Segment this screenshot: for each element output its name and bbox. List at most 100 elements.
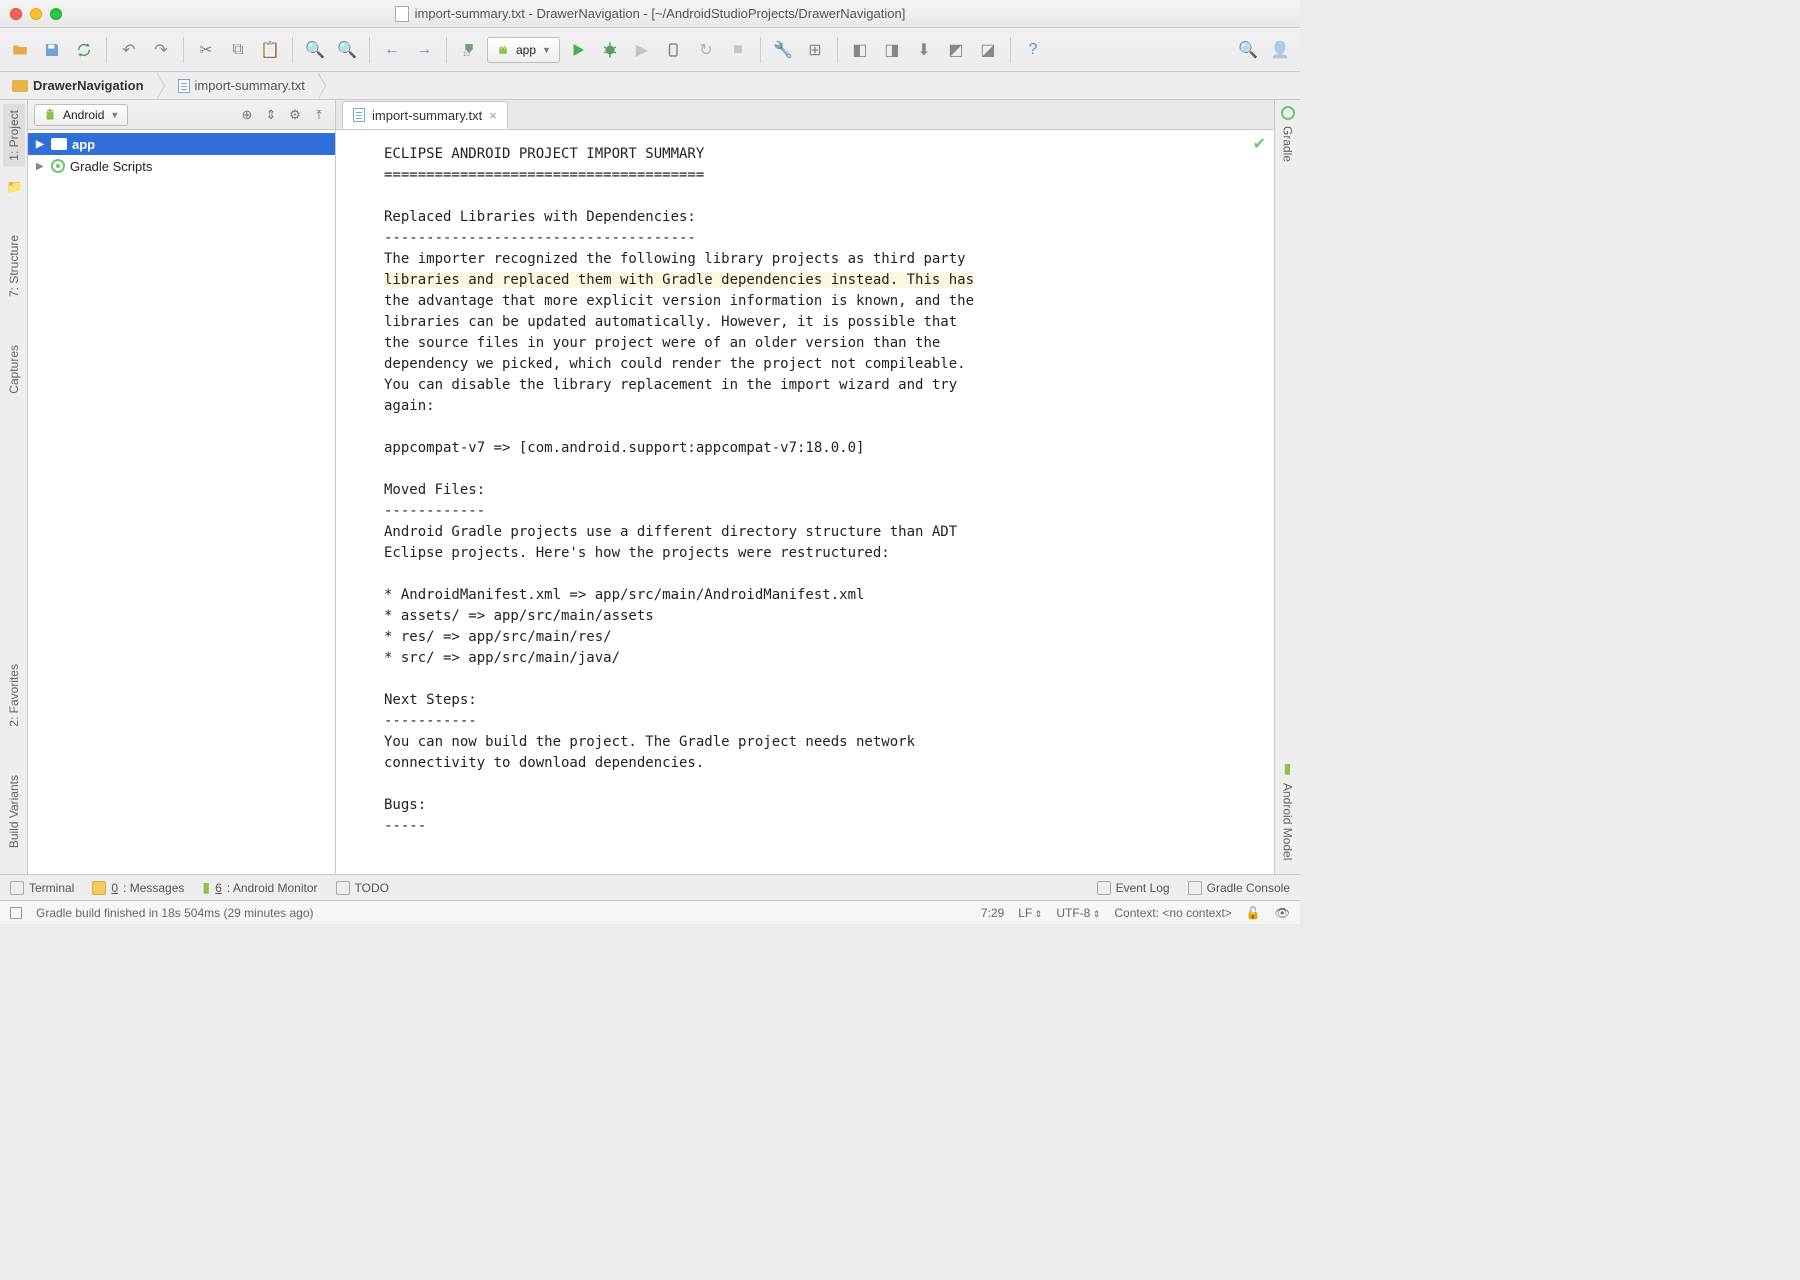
breadcrumb-root-label: DrawerNavigation bbox=[33, 78, 144, 93]
gradle-icon bbox=[51, 159, 65, 173]
cut-button[interactable]: ✂ bbox=[192, 36, 220, 64]
folder-icon bbox=[12, 80, 28, 92]
project-tree[interactable]: ▶ app ▶ Gradle Scripts bbox=[28, 130, 335, 874]
gradle-tab-icon bbox=[1281, 106, 1295, 120]
project-panel-header: Android ▼ ⊕ ⇕ ⚙ ⤒ bbox=[28, 100, 335, 130]
tree-item-label: app bbox=[72, 137, 95, 152]
layout-button[interactable]: ◧ bbox=[846, 36, 874, 64]
run-coverage-button[interactable]: ▶ bbox=[628, 36, 656, 64]
line-separator-selector[interactable]: LF ⇕ bbox=[1018, 906, 1042, 920]
terminal-icon bbox=[10, 881, 24, 895]
lock-icon[interactable]: 🔓 bbox=[1246, 906, 1261, 920]
undo-button[interactable]: ↶ bbox=[115, 36, 143, 64]
text-file-icon bbox=[353, 108, 365, 122]
favorites-tool-tab[interactable]: 2: Favorites bbox=[3, 658, 25, 733]
replace-button[interactable]: 🔍 bbox=[333, 36, 361, 64]
stop-button[interactable]: ■ bbox=[724, 36, 752, 64]
tool-windows-toggle-icon[interactable] bbox=[10, 907, 22, 919]
make-button[interactable]: 10 bbox=[455, 36, 483, 64]
back-button[interactable]: ← bbox=[378, 36, 406, 64]
hide-panel-button[interactable]: ⤒ bbox=[309, 105, 329, 125]
run-button[interactable] bbox=[564, 36, 592, 64]
close-tab-button[interactable]: × bbox=[489, 108, 497, 123]
gradle-console-tool-tab[interactable]: Gradle Console bbox=[1188, 881, 1290, 895]
structure-tool-tab[interactable]: 7: Structure bbox=[3, 229, 25, 303]
project-tab-icon: 📁 bbox=[7, 179, 21, 193]
terminal-tool-tab[interactable]: Terminal bbox=[10, 881, 74, 895]
android-monitor-tool-tab[interactable]: ▮6: Android Monitor bbox=[202, 879, 317, 896]
right-tool-window-bar: Gradle ▮ Android Model bbox=[1274, 100, 1300, 874]
android-device-button[interactable]: ◩ bbox=[942, 36, 970, 64]
build-variants-tool-tab[interactable]: Build Variants bbox=[3, 769, 25, 854]
svg-text:10: 10 bbox=[463, 52, 470, 58]
attach-debugger-button[interactable] bbox=[660, 36, 688, 64]
tree-item-gradle-scripts[interactable]: ▶ Gradle Scripts bbox=[28, 155, 335, 177]
android-model-icon: ▮ bbox=[1284, 760, 1292, 777]
todo-tool-tab[interactable]: TODO bbox=[336, 881, 389, 895]
forward-button[interactable]: → bbox=[410, 36, 438, 64]
status-bar: Gradle build finished in 18s 504ms (29 m… bbox=[0, 900, 1300, 924]
android-icon bbox=[496, 43, 510, 57]
project-tool-tab[interactable]: 1: Project bbox=[3, 104, 25, 167]
project-tool-window: Android ▼ ⊕ ⇕ ⚙ ⤒ ▶ app ▶ Gradle Scripts bbox=[28, 100, 336, 874]
minimize-window-button[interactable] bbox=[30, 8, 42, 20]
chevron-down-icon: ▼ bbox=[110, 110, 119, 120]
user-button[interactable]: 👤 bbox=[1266, 36, 1294, 64]
zoom-window-button[interactable] bbox=[50, 8, 62, 20]
window-title: import-summary.txt - DrawerNavigation - … bbox=[415, 6, 906, 21]
rerun-button[interactable]: ↻ bbox=[692, 36, 720, 64]
project-view-dropdown[interactable]: Android ▼ bbox=[34, 104, 128, 126]
navigation-breadcrumb: DrawerNavigation import-summary.txt bbox=[0, 72, 1300, 100]
sync-button[interactable] bbox=[70, 36, 98, 64]
open-button[interactable] bbox=[6, 36, 34, 64]
close-window-button[interactable] bbox=[10, 8, 22, 20]
tree-item-app[interactable]: ▶ app bbox=[28, 133, 335, 155]
find-button[interactable]: 🔍 bbox=[301, 36, 329, 64]
main-toolbar: ↶ ↷ ✂ ⧉ 📋 🔍 🔍 ← → 10 app ▼ ▶ ↻ ■ 🔧 ⊞ ◧ ◨… bbox=[0, 28, 1300, 72]
debug-button[interactable] bbox=[596, 36, 624, 64]
help-button[interactable]: ? bbox=[1019, 36, 1047, 64]
sdk-manager-button[interactable]: ⊞ bbox=[801, 36, 829, 64]
collapse-all-button[interactable]: ⇕ bbox=[261, 105, 281, 125]
editor-tab[interactable]: import-summary.txt × bbox=[342, 101, 508, 129]
context-selector[interactable]: Context: <no context> bbox=[1114, 906, 1231, 920]
save-button[interactable] bbox=[38, 36, 66, 64]
expand-arrow-icon[interactable]: ▶ bbox=[36, 139, 46, 150]
dropdown-chevron-icon: ▼ bbox=[542, 45, 551, 55]
theme-button[interactable]: ◨ bbox=[878, 36, 906, 64]
left-tool-window-bar: 1: Project 📁 7: Structure Captures 2: Fa… bbox=[0, 100, 28, 874]
bottom-tool-window-bar: Terminal 0: Messages ▮6: Android Monitor… bbox=[0, 874, 1300, 900]
run-configuration-dropdown[interactable]: app ▼ bbox=[487, 37, 560, 63]
avd-manager-button[interactable]: 🔧 bbox=[769, 36, 797, 64]
expand-arrow-icon[interactable]: ▶ bbox=[36, 161, 46, 172]
editor-tab-row: import-summary.txt × bbox=[336, 100, 1274, 130]
editor-content[interactable]: ECLIPSE ANDROID PROJECT IMPORT SUMMARY =… bbox=[336, 130, 1274, 874]
paste-button[interactable]: 📋 bbox=[256, 36, 284, 64]
copy-button[interactable]: ⧉ bbox=[224, 36, 252, 64]
encoding-selector[interactable]: UTF-8 ⇕ bbox=[1056, 906, 1100, 920]
tree-item-label: Gradle Scripts bbox=[70, 159, 152, 174]
project-view-label: Android bbox=[63, 108, 104, 122]
captures-tool-tab[interactable]: Captures bbox=[3, 339, 25, 400]
scroll-to-source-button[interactable]: ⊕ bbox=[237, 105, 257, 125]
android-model-tool-tab[interactable]: Android Model bbox=[1277, 777, 1299, 866]
memory-indicator-icon[interactable]: 👁 bbox=[1275, 906, 1290, 920]
module-folder-icon bbox=[51, 138, 67, 150]
settings-gear-icon[interactable]: ⚙ bbox=[285, 105, 305, 125]
editor-area: import-summary.txt × ✔ ECLIPSE ANDROID P… bbox=[336, 100, 1274, 874]
text-file-icon bbox=[178, 79, 190, 93]
android-icon: ▮ bbox=[202, 879, 210, 896]
gradle-sync-button[interactable]: ◪ bbox=[974, 36, 1002, 64]
event-log-icon bbox=[1097, 881, 1111, 895]
breadcrumb-file[interactable]: import-summary.txt bbox=[166, 72, 317, 99]
event-log-tool-tab[interactable]: Event Log bbox=[1097, 881, 1170, 895]
redo-button[interactable]: ↷ bbox=[147, 36, 175, 64]
search-everywhere-button[interactable]: 🔍 bbox=[1234, 36, 1262, 64]
file-icon bbox=[395, 6, 409, 22]
analysis-ok-icon: ✔ bbox=[1253, 134, 1266, 154]
gradle-tool-tab[interactable]: Gradle bbox=[1277, 120, 1299, 168]
messages-tool-tab[interactable]: 0: Messages bbox=[92, 881, 184, 895]
translate-button[interactable]: ⬇ bbox=[910, 36, 938, 64]
caret-position[interactable]: 7:29 bbox=[981, 906, 1004, 920]
breadcrumb-root[interactable]: DrawerNavigation bbox=[0, 72, 156, 99]
